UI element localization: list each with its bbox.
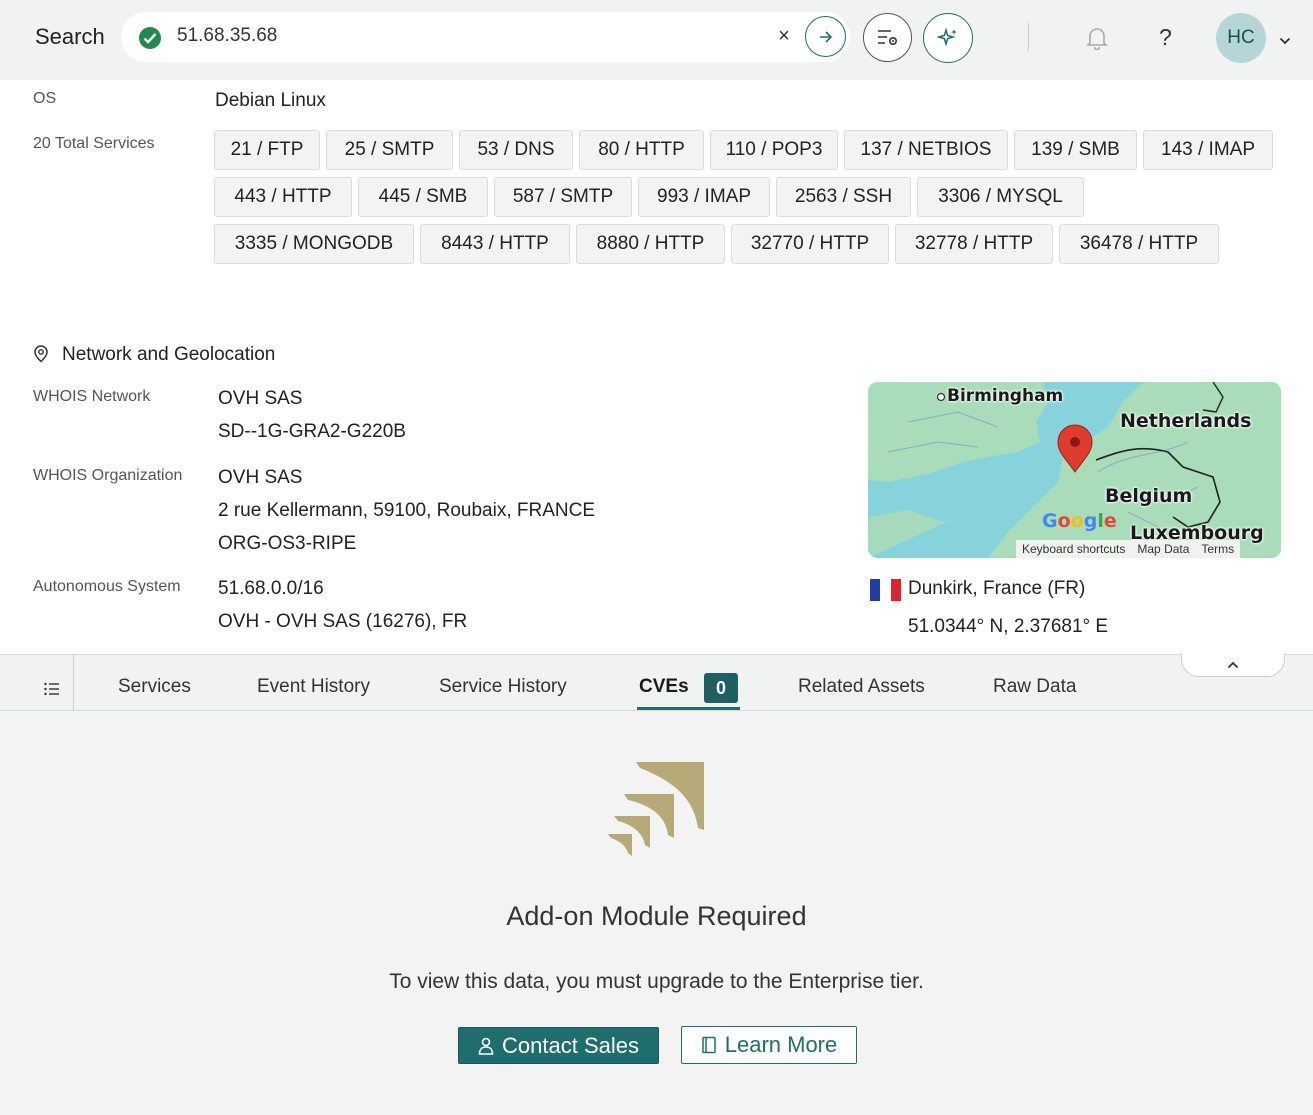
service-chip[interactable]: 445 / SMB	[358, 177, 488, 217]
map-footer-link[interactable]: Map Data	[1131, 542, 1195, 556]
clear-icon[interactable]: ×	[774, 24, 794, 48]
person-icon	[478, 1037, 494, 1055]
service-chip[interactable]: 36478 / HTTP	[1059, 224, 1219, 264]
contact-sales-label: Contact Sales	[502, 1032, 639, 1058]
check-icon	[139, 27, 161, 49]
ai-assist-button[interactable]	[923, 13, 973, 63]
tab-related-assets[interactable]: Related Assets	[798, 676, 925, 698]
service-chip[interactable]: 139 / SMB	[1014, 130, 1137, 170]
france-flag-icon	[870, 579, 901, 601]
geo-coordinates: 51.0344° N, 2.37681° E	[908, 616, 1109, 637]
autonomous-system-value: 51.68.0.0/16	[218, 578, 324, 599]
learn-more-button[interactable]: Learn More	[681, 1026, 857, 1064]
addon-logo-icon	[606, 760, 706, 863]
service-chip[interactable]: 32770 / HTTP	[731, 224, 889, 264]
google-logo: Google	[1042, 510, 1117, 532]
service-chip[interactable]: 443 / HTTP	[214, 177, 352, 217]
os-value: Debian Linux	[215, 90, 326, 111]
service-chip[interactable]: 32778 / HTTP	[895, 224, 1053, 264]
collapse-button[interactable]	[1181, 653, 1285, 677]
service-chip[interactable]: 3335 / MONGODB	[214, 224, 414, 264]
tabs-bar: Services Event History Service History C…	[0, 654, 1313, 711]
service-chip[interactable]: 53 / DNS	[459, 130, 573, 170]
help-icon[interactable]: ?	[1159, 24, 1172, 51]
location-pin-icon	[33, 345, 49, 368]
service-chip[interactable]: 25 / SMTP	[326, 130, 453, 170]
tab-services[interactable]: Services	[118, 676, 191, 698]
avatar[interactable]: HC	[1216, 13, 1266, 63]
service-chip[interactable]: 2563 / SSH	[776, 177, 911, 217]
chevron-up-icon	[1227, 661, 1239, 669]
location-map[interactable]: Birmingham Netherlands Belgium Luxembour…	[868, 382, 1281, 558]
arrow-right-icon	[820, 31, 833, 43]
autonomous-system-value: OVH - OVH SAS (16276), FR	[218, 611, 468, 632]
tab-cves[interactable]: CVEs	[639, 676, 689, 698]
service-chip[interactable]: 3306 / MYSQL	[917, 177, 1084, 217]
top-bar: Search 51.68.35.68 × ? HC	[0, 0, 1313, 80]
whois-org-value: ORG-OS3-RIPE	[218, 533, 357, 554]
service-chip[interactable]: 137 / NETBIOS	[844, 130, 1008, 170]
service-chip[interactable]: 8880 / HTTP	[576, 224, 725, 264]
tab-service-history[interactable]: Service History	[439, 676, 567, 698]
whois-network-value: SD--1G-GRA2-G220B	[218, 421, 406, 442]
service-chip[interactable]: 143 / IMAP	[1143, 130, 1273, 170]
map-label-netherlands: Netherlands	[1120, 410, 1252, 432]
sparkle-icon	[937, 27, 957, 47]
service-chip[interactable]: 587 / SMTP	[494, 177, 632, 217]
query-settings-button[interactable]	[863, 13, 912, 62]
autonomous-system-label: Autonomous System	[33, 578, 181, 595]
map-footer-link[interactable]: Keyboard shortcuts	[1016, 542, 1131, 556]
bell-icon[interactable]	[1086, 26, 1108, 55]
service-chip[interactable]: 110 / POP3	[710, 130, 838, 170]
service-chip[interactable]: 8443 / HTTP	[420, 224, 570, 264]
addon-title: Add-on Module Required	[506, 901, 807, 931]
map-footer-link[interactable]: Terms	[1195, 542, 1240, 556]
map-footer: Keyboard shortcuts Map Data Terms	[1016, 540, 1241, 558]
active-tab-indicator	[637, 707, 740, 710]
geo-location: Dunkirk, France (FR)	[908, 578, 1086, 599]
learn-more-label: Learn More	[724, 1032, 838, 1057]
service-chip[interactable]: 993 / IMAP	[638, 177, 770, 217]
book-icon	[701, 1036, 716, 1054]
whois-network-value: OVH SAS	[218, 388, 303, 409]
whois-org-value: 2 rue Kellermann, 59100, Roubaix, FRANCE	[218, 500, 596, 521]
tab-event-history[interactable]: Event History	[257, 676, 370, 698]
chevron-down-icon[interactable]	[1279, 32, 1291, 50]
map-label-birmingham: Birmingham	[947, 386, 1064, 406]
tab-raw-data[interactable]: Raw Data	[993, 676, 1076, 698]
service-chip[interactable]: 21 / FTP	[214, 130, 320, 170]
filter-settings-icon	[878, 30, 898, 46]
whois-network-label: WHOIS Network	[33, 388, 151, 405]
section-title: Network and Geolocation	[62, 344, 276, 365]
search-query[interactable]: 51.68.35.68	[177, 25, 277, 47]
map-label-belgium: Belgium	[1105, 485, 1193, 507]
contact-sales-button[interactable]: Contact Sales	[458, 1027, 659, 1064]
service-chip[interactable]: 80 / HTTP	[579, 130, 704, 170]
search-submit-button[interactable]	[805, 16, 846, 57]
whois-org-label: WHOIS Organization	[33, 467, 183, 484]
whois-org-value: OVH SAS	[218, 467, 303, 488]
list-icon	[44, 682, 59, 696]
cve-count-badge: 0	[704, 673, 738, 703]
addon-description: To view this data, you must upgrade to t…	[389, 970, 924, 993]
tabs-menu-button[interactable]	[0, 655, 74, 711]
toolbar-divider	[1028, 23, 1029, 51]
services-count-label: 20 Total Services	[33, 135, 155, 152]
os-label: OS	[33, 90, 57, 107]
search-label: Search	[35, 24, 105, 49]
